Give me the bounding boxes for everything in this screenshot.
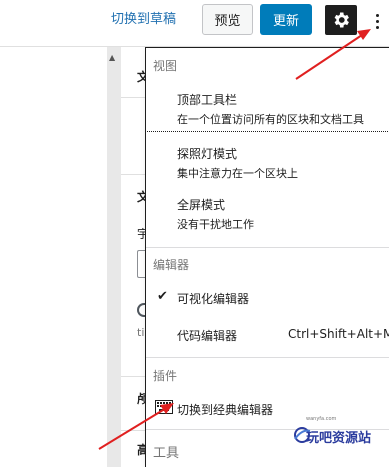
more-options-button[interactable] (368, 6, 386, 36)
dot-icon (375, 19, 379, 23)
tools-group-label: 工具 (153, 446, 180, 461)
watermark-text: 玩吧资源站 (306, 431, 372, 446)
gear-icon (334, 12, 349, 28)
settings-button[interactable] (325, 5, 357, 35)
more-options-menu: 视图 顶部工具栏 在一个位置访问所有的区块和文档工具 探照灯模式 集中注意力在一… (145, 47, 389, 467)
menu-divider (146, 357, 389, 358)
dot-icon (375, 25, 379, 29)
dot-icon (375, 13, 379, 17)
watermark-url: wanyfa.com (306, 416, 337, 422)
plugins-group-label: 插件 (153, 369, 178, 383)
menu-item-description: 在一个位置访问所有的区块和文档工具 (177, 113, 364, 126)
watermark: wanyfa.com 玩吧资源站 (292, 413, 388, 453)
menu-item-visual-editor[interactable]: 可视化编辑器 (177, 290, 249, 307)
editor-header: 切换到草稿 预览 更新 (0, 0, 389, 47)
editor-group-label: 编辑器 (153, 258, 190, 272)
check-icon: ✔ (157, 289, 168, 304)
keyboard-icon (155, 400, 173, 414)
menu-item-code-editor[interactable]: 代码编辑器 (177, 327, 237, 344)
keyboard-shortcut: Ctrl+Shift+Alt+M (288, 327, 389, 341)
menu-item-description: 集中注意力在一个区块上 (177, 167, 298, 180)
menu-item-switch-classic-editor[interactable]: 切换到经典编辑器 (177, 401, 273, 418)
menu-item-fullscreen-mode[interactable]: 全屏模式 (177, 196, 225, 213)
sidebar-edge (107, 47, 121, 467)
caret-icon: ▲ (109, 53, 116, 62)
preview-button[interactable]: 预览 (202, 4, 253, 35)
update-button[interactable]: 更新 (260, 4, 312, 35)
menu-divider (146, 247, 389, 248)
sidebar-fragment: ti (137, 326, 145, 339)
menu-item-description: 没有干扰地工作 (177, 218, 254, 231)
switch-to-draft-link[interactable]: 切换到草稿 (111, 11, 176, 29)
menu-item-spotlight-mode[interactable]: 探照灯模式 (177, 145, 237, 162)
menu-item-title: 顶部工具栏 (177, 93, 238, 107)
view-group-label: 视图 (153, 59, 178, 73)
